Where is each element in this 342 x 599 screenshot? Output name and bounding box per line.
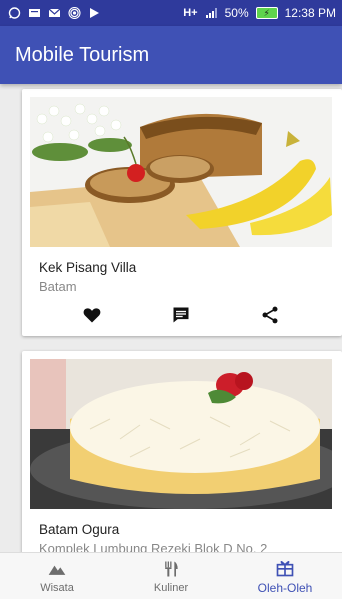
message-icon [28,7,41,19]
nav-label: Oleh-Oleh [257,580,313,595]
mountain-icon [48,565,66,575]
clock-time: 12:38 PM [284,6,336,20]
card-subtitle: Batam [39,279,77,294]
nav-label: Wisata [40,581,74,594]
card-subtitle: Komplek Lumbung Rezeki Blok D No. 2 [39,541,268,552]
card-title: Kek Pisang Villa [39,260,137,275]
content-list[interactable]: Kek Pisang Villa Batam Batam Ogura Kompl… [0,84,342,552]
nav-item-wisata[interactable]: Wisata [0,553,114,599]
app-bar: Mobile Tourism [0,26,342,84]
nav-item-kuliner[interactable]: Kuliner [114,553,228,599]
comment-icon [173,307,189,323]
status-notifications [8,7,101,19]
comment-button[interactable] [169,303,193,327]
banana-cake-photo [30,97,332,247]
share-icon [262,306,278,324]
card-actions [22,299,342,331]
network-type-label: H+ [183,7,198,19]
share-button[interactable] [258,303,282,327]
status-bar: H+ 50% ⚡ 12:38 PM [0,0,342,26]
battery-charging-icon: ⚡ [255,7,278,19]
cheese-cake-photo [30,359,332,509]
gift-box-icon [276,560,294,576]
card-title: Batam Ogura [39,522,120,537]
signal-icon [205,7,218,19]
nav-label: Kuliner [153,581,189,594]
play-store-icon [88,7,101,19]
product-card[interactable]: Kek Pisang Villa Batam [22,89,342,336]
hotspot-icon [68,7,81,19]
app-title: Mobile Tourism [15,43,150,66]
battery-percent: 50% [224,6,249,20]
product-card[interactable]: Batam Ogura Komplek Lumbung Rezeki Blok … [22,351,342,552]
like-button[interactable] [80,303,104,327]
nav-item-oleh-oleh[interactable]: Oleh-Oleh [228,553,342,599]
whatsapp-icon [8,7,21,19]
heart-icon [83,308,101,323]
mail-icon [48,7,61,19]
bottom-navigation: Wisata Kuliner Oleh-Oleh [0,552,342,599]
status-system: H+ 50% ⚡ 12:38 PM [183,6,336,20]
fork-knife-icon [165,561,178,576]
